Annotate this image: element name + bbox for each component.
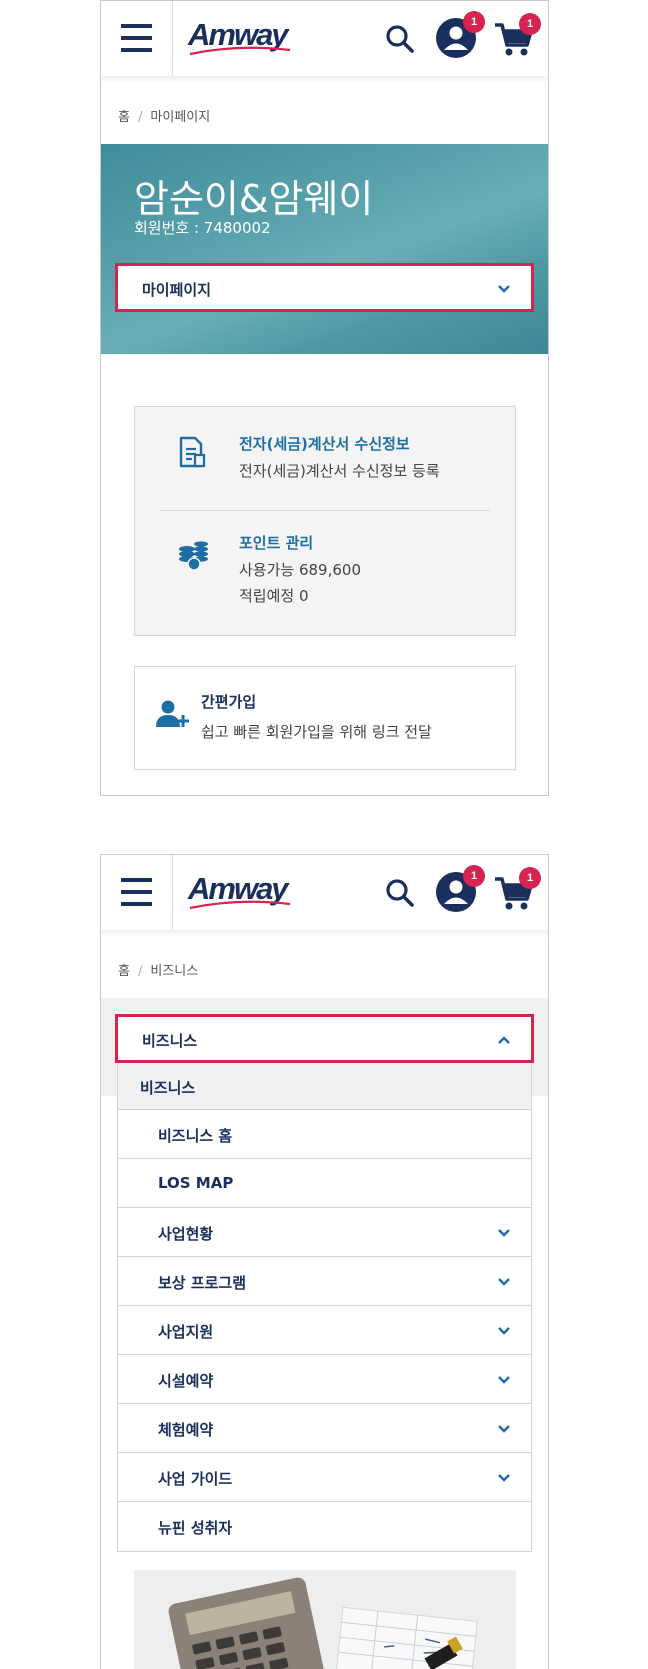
menu-item-label: 보상 프로그램 xyxy=(158,1274,247,1292)
points-available: 사용가능 689,600 xyxy=(239,561,361,579)
breadcrumb-current: 마이페이지 xyxy=(150,110,211,125)
quick-join-card[interactable]: 간편가입 쉽고 빠른 회원가입을 위해 링크 전달 xyxy=(134,666,516,770)
breadcrumb-current: 비즈니스 xyxy=(150,964,199,979)
menu-item-business-home[interactable]: 비즈니스 홈 xyxy=(118,1110,531,1159)
search-icon[interactable] xyxy=(384,877,416,909)
menu-item-label: 체험예약 xyxy=(158,1421,214,1439)
cart-badge: 1 xyxy=(519,13,541,35)
top-header: Amway 1 1 xyxy=(101,855,548,930)
menu-item-new-pin-achievers[interactable]: 뉴핀 성취자 xyxy=(118,1502,531,1551)
cart-icon[interactable]: 1 xyxy=(493,867,541,913)
cart-badge: 1 xyxy=(519,867,541,889)
menu-item-los-map[interactable]: LOS MAP xyxy=(118,1159,531,1208)
chevron-down-icon xyxy=(498,285,510,293)
menu-item-label: 뉴핀 성취자 xyxy=(158,1519,233,1537)
dropdown-label: 마이페이지 xyxy=(142,281,212,299)
menu-item-label: 사업 가이드 xyxy=(158,1470,233,1488)
amway-logo[interactable]: Amway xyxy=(188,872,300,912)
calculator-photo xyxy=(134,1570,516,1669)
menu-item-label: LOS MAP xyxy=(158,1174,234,1192)
chevron-down-icon xyxy=(498,1229,510,1237)
account-badge: 1 xyxy=(463,11,485,33)
menu-item-business-status[interactable]: 사업현황 xyxy=(118,1208,531,1257)
top-header: Amway 1 1 xyxy=(101,1,548,76)
breadcrumb-separator: / xyxy=(137,110,143,125)
amway-logo[interactable]: Amway xyxy=(188,18,300,58)
member-number: 회원번호 : 7480002 xyxy=(134,219,271,237)
points-title[interactable]: 포인트 관리 xyxy=(239,532,313,553)
account-badge: 1 xyxy=(463,865,485,887)
menu-item-business-guide[interactable]: 사업 가이드 xyxy=(118,1453,531,1502)
business-menu: 비즈니스 비즈니스 비즈니스 홈 LOS MAP 사업현황 보상 프로그램 사업… xyxy=(115,1014,534,1552)
menu-icon[interactable] xyxy=(101,855,173,930)
document-icon xyxy=(179,436,206,468)
business-menu-list: 비즈니스 비즈니스 홈 LOS MAP 사업현황 보상 프로그램 사업지원 시설… xyxy=(117,1063,532,1552)
breadcrumb-separator: / xyxy=(137,964,143,979)
dropdown-label: 비즈니스 xyxy=(142,1032,198,1050)
menu-item-business-support[interactable]: 사업지원 xyxy=(118,1306,531,1355)
quick-join-subtitle: 쉽고 빠른 회원가입을 위해 링크 전달 xyxy=(201,723,432,741)
card-divider xyxy=(160,510,490,511)
menu-icon[interactable] xyxy=(101,1,173,76)
menu-item-label: 사업지원 xyxy=(158,1323,214,1341)
menu-section-header[interactable]: 비즈니스 xyxy=(118,1063,531,1110)
mypage-dropdown[interactable]: 마이페이지 xyxy=(115,263,534,312)
tax-invoice-subtitle: 전자(세금)계산서 수신정보 등록 xyxy=(239,462,440,480)
menu-item-facility-reservation[interactable]: 시설예약 xyxy=(118,1355,531,1404)
chevron-up-icon xyxy=(498,1036,510,1044)
coins-icon xyxy=(179,541,208,571)
menu-item-experience-reservation[interactable]: 체험예약 xyxy=(118,1404,531,1453)
profile-name: 암순이&암웨이 xyxy=(134,177,374,221)
chevron-down-icon xyxy=(498,1327,510,1335)
menu-item-reward-program[interactable]: 보상 프로그램 xyxy=(118,1257,531,1306)
quick-join-title: 간편가입 xyxy=(201,693,257,711)
chevron-down-icon xyxy=(498,1425,510,1433)
points-scheduled: 적립예정 0 xyxy=(239,587,309,605)
chevron-down-icon xyxy=(498,1376,510,1384)
business-dropdown[interactable]: 비즈니스 xyxy=(115,1014,534,1063)
cart-icon[interactable]: 1 xyxy=(493,13,541,59)
menu-item-label: 비즈니스 홈 xyxy=(158,1127,233,1145)
business-screen: Amway 1 1 홈 / 비즈니스 비즈니스 비즈니스 비즈니스 홈 LOS … xyxy=(100,854,549,1669)
logo-swoosh xyxy=(189,46,291,56)
account-info-card: 전자(세금)계산서 수신정보 전자(세금)계산서 수신정보 등록 포인트 관리 … xyxy=(134,406,516,636)
profile-hero: 암순이&암웨이 회원번호 : 7480002 마이페이지 xyxy=(101,144,548,354)
add-user-icon xyxy=(156,700,189,727)
breadcrumb-home[interactable]: 홈 xyxy=(118,110,130,125)
breadcrumb: 홈 / 비즈니스 xyxy=(101,930,548,998)
search-icon[interactable] xyxy=(384,23,416,55)
chevron-down-icon xyxy=(498,1278,510,1286)
logo-swoosh xyxy=(189,900,291,910)
breadcrumb-home[interactable]: 홈 xyxy=(118,964,130,979)
tax-invoice-title[interactable]: 전자(세금)계산서 수신정보 xyxy=(239,433,410,454)
mypage-screen: Amway 1 1 홈 / 마이페이지 암순이&암웨이 회원번호 : 7480002… xyxy=(100,0,549,796)
chevron-down-icon xyxy=(498,1474,510,1482)
user-icon[interactable]: 1 xyxy=(435,11,485,59)
menu-item-label: 사업현황 xyxy=(158,1225,214,1243)
breadcrumb: 홈 / 마이페이지 xyxy=(101,76,548,144)
menu-item-label: 시설예약 xyxy=(158,1372,214,1390)
user-icon[interactable]: 1 xyxy=(435,865,485,913)
